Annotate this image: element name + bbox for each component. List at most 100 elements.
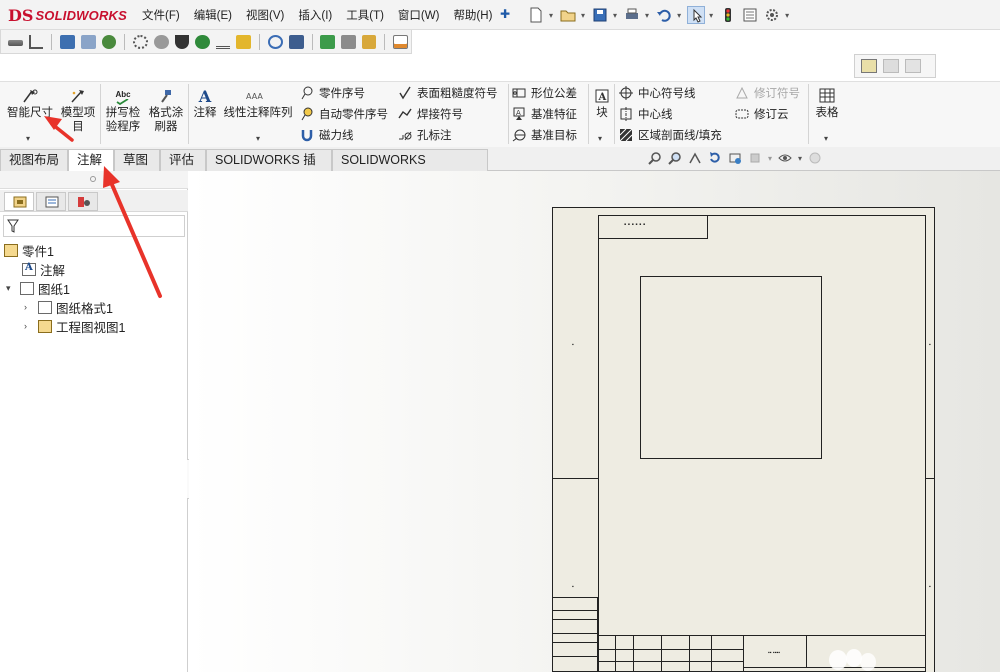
ruler-icon[interactable] [215,35,231,49]
new-document-icon[interactable] [527,6,545,24]
magnetic-line-button[interactable]: 磁力线 [300,126,354,144]
blocks-dropdown-icon[interactable]: ▾ [598,134,602,143]
linear-note-pattern-label: 线性注释阵列 [223,107,293,119]
angle-icon[interactable] [28,34,44,49]
options-dropdown-icon[interactable]: ▾ [785,11,789,20]
open-dropdown-icon[interactable]: ▾ [581,11,585,20]
tables-button[interactable]: 表格 [812,88,842,120]
weld-symbol-button[interactable]: 焊接符号 [398,105,463,123]
undo-icon[interactable] [655,6,673,24]
cross-yellow-icon[interactable] [236,34,252,49]
menu-view[interactable]: 视图(V) [246,7,284,23]
model-items-button[interactable]: 模型项 目 [57,88,99,134]
tab-solidworks-addins[interactable]: SOLIDWORKS 插件 [206,149,332,187]
menu-window[interactable]: 窗口(W) [398,7,440,23]
globe-icon[interactable] [101,34,117,49]
assembly-icon[interactable] [80,34,96,49]
search-magnifier-icon[interactable] [267,34,283,49]
display-manager-tab[interactable] [68,192,98,211]
settings-icon[interactable] [133,34,148,49]
select-dropdown-icon[interactable]: ▾ [709,11,713,20]
tree-item-drawing-view[interactable]: › 工程图视图1 [24,317,125,335]
rebuild-icon[interactable] [708,151,722,165]
open-folder-icon[interactable] [559,6,577,24]
sketch-pad-icon[interactable] [861,59,877,73]
geometric-tolerance-button[interactable]: 形位公差 [512,84,577,102]
linear-note-pattern-button[interactable]: AAA 线性注释阵列 [222,88,294,120]
binoculars-icon[interactable] [288,34,304,49]
print-icon[interactable] [623,6,641,24]
printer-small-icon[interactable] [341,34,356,49]
revision-cloud-button[interactable]: 修订云 [735,105,789,123]
tab-solidworks-inspection[interactable]: SOLIDWORKS Inspection [332,149,488,187]
format-painter-button[interactable]: 格式涂 刷器 [145,88,187,134]
tab-sketch[interactable]: 草图 [114,149,160,171]
undo-dropdown-icon[interactable]: ▾ [677,11,681,20]
datum-target-button[interactable]: 基准目标 [512,126,577,144]
expand-arrow-icon[interactable]: › [24,302,34,312]
file-properties-icon[interactable] [741,6,759,24]
expand-arrow-icon[interactable]: › [24,321,34,331]
tree-filter-box[interactable] [3,215,185,237]
hide-show-dropdown-icon[interactable]: ▾ [798,154,802,163]
center-mark-button[interactable]: 中心符号线 [619,84,696,102]
document-orange-icon[interactable] [393,34,408,49]
options-gear-icon[interactable] [763,6,781,24]
drawing-view-box[interactable] [640,276,822,459]
smart-dimension-dropdown-icon[interactable]: ▾ [26,134,30,143]
tab-view-layout[interactable]: 视图布局 [0,149,68,171]
tree-root-part[interactable]: 零件1 [4,241,54,259]
image-icon[interactable] [361,34,377,49]
green-sheet-icon[interactable] [320,34,336,49]
tables-dropdown-icon[interactable]: ▾ [824,134,828,143]
zoom-area-icon[interactable] [668,151,682,165]
centerline-button[interactable]: 中心线 [619,105,673,123]
traffic-light-icon[interactable] [719,6,737,24]
tree-item-sheet[interactable]: ▾ 图纸1 [6,279,70,297]
save-icon[interactable] [591,6,609,24]
solidworks-logo[interactable]: DS SOLIDWORKS [8,5,127,25]
previous-view-icon[interactable] [688,151,702,165]
pin-icon[interactable]: ✚ [500,7,510,21]
tree-item-annotations[interactable]: A 注解 [22,260,65,278]
menu-help[interactable]: 帮助(H) [453,7,492,23]
auto-balloon-button[interactable]: 自动零件序号 [300,105,388,123]
balloon-button[interactable]: 零件序号 [300,84,365,102]
save-dropdown-icon[interactable]: ▾ [613,11,617,20]
new-dropdown-icon[interactable]: ▾ [549,11,553,20]
blocks-button[interactable]: A 块 [592,88,612,120]
panel-grip[interactable] [0,171,188,189]
menu-insert[interactable]: 插入(I) [298,7,332,23]
datum-feature-icon: A [513,107,525,120]
view-settings-icon[interactable] [728,151,742,165]
note-button[interactable]: A 注释 [190,88,220,120]
zoom-to-fit-icon[interactable] [648,151,662,165]
select-cursor-icon[interactable] [687,6,706,24]
linear-note-dropdown-icon[interactable]: ▾ [256,134,260,143]
feature-manager-tab[interactable] [4,192,34,211]
key-icon[interactable] [8,39,23,46]
spell-checker-button[interactable]: Abc 拼写检 验程序 [102,88,144,134]
spell-checker-label-2: 验程序 [105,121,141,133]
tree-item-sheet-format[interactable]: › 图纸格式1 [24,298,113,316]
menu-edit[interactable]: 编辑(E) [194,7,232,23]
area-hatch-button[interactable]: 区域剖面线/填充 [619,126,722,144]
menu-file[interactable]: 文件(F) [142,7,180,23]
center-mark-icon [619,86,633,100]
smart-dimension-button[interactable]: 智能尺寸 [4,88,56,120]
tab-annotation[interactable]: 注解 [68,149,114,172]
surface-finish-button[interactable]: 表面粗糙度符号 [398,84,498,102]
print-dropdown-icon[interactable]: ▾ [645,11,649,20]
collapse-arrow-icon[interactable]: ▾ [6,283,16,294]
component-icon[interactable] [153,34,169,49]
hide-show-items-icon[interactable] [778,151,792,165]
property-manager-tab[interactable] [36,192,66,211]
bowl-icon[interactable] [174,34,190,49]
monitor-icon[interactable] [60,34,75,49]
datum-feature-button[interactable]: A 基准特征 [512,105,577,123]
datum-target-icon [512,129,526,142]
shield-icon[interactable] [195,34,210,49]
tab-evaluate[interactable]: 评估 [160,149,206,171]
menu-tools[interactable]: 工具(T) [346,7,384,23]
hole-callout-button[interactable]: 孔标注 [398,126,452,144]
